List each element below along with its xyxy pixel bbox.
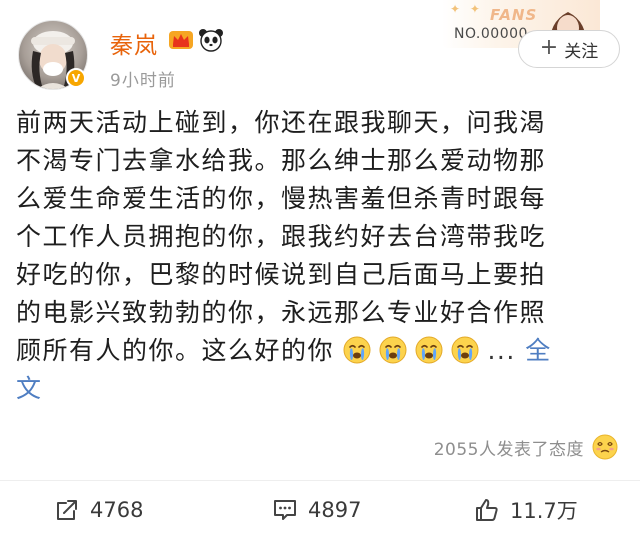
- comment-count: 4897: [308, 498, 362, 522]
- crown-icon: [169, 31, 193, 49]
- expand-link-first: 全: [525, 336, 552, 365]
- follow-label: 关注: [564, 41, 599, 62]
- follow-button[interactable]: + 关注: [518, 30, 620, 68]
- like-button[interactable]: 11.7万: [474, 494, 578, 526]
- like-count: 11.7万: [510, 499, 578, 523]
- post-line: 个工作人员拥抱的你，跟我约好去台湾带我吃: [16, 222, 547, 251]
- crying-face-icon: [451, 336, 479, 364]
- repost-icon: [57, 500, 77, 520]
- post-line: 不渴专门去拿水给我。那么绅士那么爱动物那: [16, 146, 547, 175]
- crying-face-icon: [343, 336, 371, 364]
- expand-full-text-link[interactable]: 全: [525, 336, 552, 365]
- fans-label: FANS: [490, 6, 538, 24]
- post-body: 前两天活动上碰到，你还在跟我聊天，问我渴 不渴专门去拿水给我。那么绅士那么爱动物…: [16, 104, 622, 408]
- post-timestamp: 9小时前: [110, 71, 176, 91]
- crying-face-icon: [379, 336, 407, 364]
- post-line: 好吃的你，巴黎的时候说到自己后面马上要拍: [16, 260, 547, 289]
- reactions-count: 2055人发表了态度: [433, 439, 584, 460]
- emoji-row: [343, 336, 487, 365]
- comment-button[interactable]: 4897: [272, 494, 361, 526]
- ellipsis: ...: [487, 336, 516, 365]
- verified-badge-icon: V: [66, 68, 86, 88]
- post-line: 的电影兴致勃勃的你，永远那么专业好合作照: [16, 298, 547, 327]
- expand-full-text-link-wrap[interactable]: 文: [16, 374, 43, 403]
- panda-icon: [199, 29, 223, 52]
- thumbs-up-icon: [476, 499, 498, 521]
- repost-count: 4768: [90, 498, 144, 522]
- post-line: 么爱生命爱生活的你，慢热害羞但杀青时跟每: [16, 184, 547, 213]
- post-line: 前两天活动上碰到，你还在跟我聊天，问我渴: [16, 108, 547, 137]
- crying-face-icon: [415, 336, 443, 364]
- reactions-summary[interactable]: 2055人发表了态度: [434, 434, 618, 460]
- author-name[interactable]: 秦岚: [110, 26, 158, 60]
- fans-star-icon: ✦ ✦: [450, 2, 483, 16]
- plus-icon: +: [539, 35, 559, 60]
- fans-number: NO.00000: [454, 26, 528, 42]
- divider: [0, 480, 640, 481]
- repost-button[interactable]: 4768: [54, 494, 143, 526]
- comment-icon: [274, 500, 296, 520]
- dizzy-face-icon: [592, 434, 618, 460]
- post-last-line: 顾所有人的你。这么好的你 ... 全: [16, 332, 622, 370]
- post-line: 顾所有人的你。这么好的你: [16, 336, 335, 365]
- post-line-wrap: 文: [16, 370, 622, 408]
